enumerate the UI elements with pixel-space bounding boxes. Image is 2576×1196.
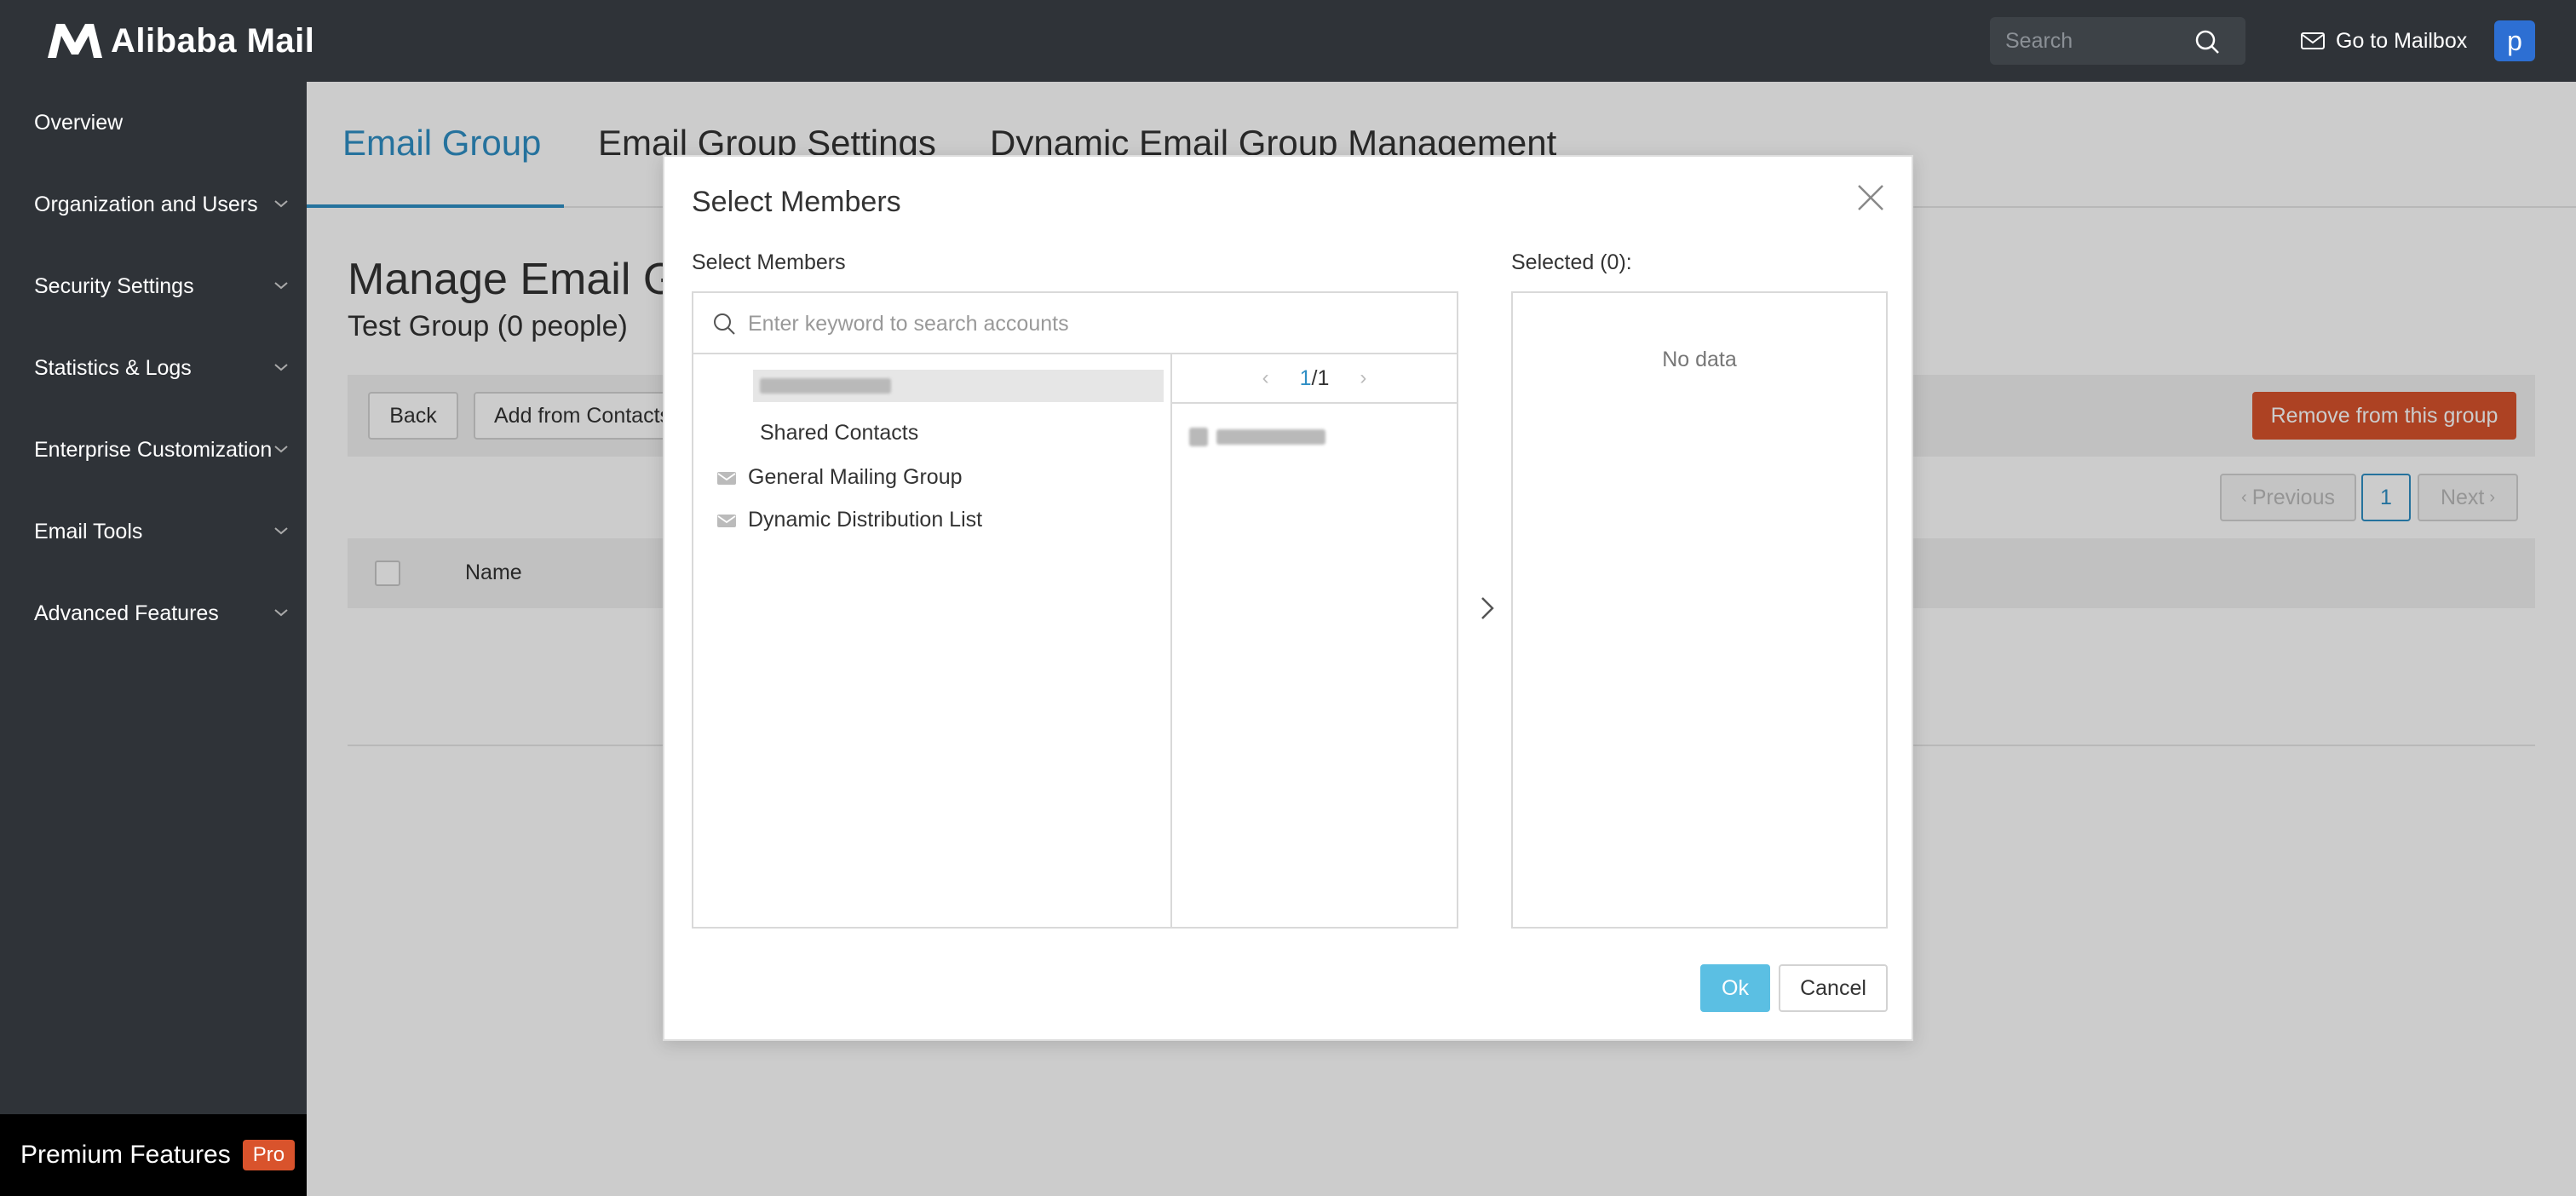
sidebar-item-label: Advanced Features [34,601,219,625]
select-members-dialog: Select Members Select Members Selected (… [663,155,1913,1041]
chevron-right-icon[interactable]: › [1360,366,1366,390]
account-search[interactable] [693,293,1457,354]
member-list: ‹ 1 /1 › [1172,354,1457,927]
ok-button[interactable]: Ok [1700,964,1770,1012]
member-list-total-pages: /1 [1311,365,1330,390]
cancel-button[interactable]: Cancel [1779,964,1888,1012]
logo-text: Alibaba Mail [111,21,315,60]
tree-item-general-mailing-group[interactable]: General Mailing Group [716,465,963,490]
chevron-down-icon [274,282,288,290]
search-box[interactable] [1990,17,2245,65]
m-logo-icon [48,24,102,58]
sidebar: Overview Organization and Users Security… [0,82,307,1196]
list-item[interactable] [1189,423,1360,448]
search-icon [714,313,735,335]
account-search-input[interactable] [748,305,1429,342]
go-to-mailbox-label: Go to Mailbox [2336,28,2468,53]
member-list-current-page: 1 [1299,365,1312,390]
mail-group-icon [717,514,736,527]
select-members-label: Select Members [692,250,846,274]
chevron-down-icon [274,446,288,453]
close-icon[interactable] [1855,182,1886,213]
sidebar-item-label: Overview [34,110,124,135]
user-icon [1189,428,1208,446]
chevron-left-icon[interactable]: ‹ [1262,366,1269,390]
tree-item-dynamic-distribution-list[interactable]: Dynamic Distribution List [716,508,982,532]
sidebar-item-security-settings[interactable]: Security Settings [0,245,307,327]
empty-state: No data [1662,348,1737,371]
directory-tree: Shared Contacts General Mailing Group Dy… [693,354,1172,927]
chevron-right-icon[interactable] [1477,593,1498,624]
redacted-text [1216,429,1325,445]
sidebar-item-organization-and-users[interactable]: Organization and Users [0,164,307,245]
sidebar-item-statistics-logs[interactable]: Statistics & Logs [0,327,307,409]
sidebar-item-label: Email Tools [34,519,143,543]
sidebar-item-overview[interactable]: Overview [0,82,307,164]
pro-badge: Pro [242,1140,296,1170]
avatar[interactable]: p [2494,20,2535,61]
selected-count-label: Selected (0): [1511,250,1632,274]
chevron-down-icon [274,364,288,371]
mail-group-icon [717,471,736,485]
sidebar-item-label: Statistics & Logs [34,355,192,380]
mail-icon [2301,32,2325,49]
sidebar-item-label: Enterprise Customization [34,437,273,462]
tree-item-organization[interactable] [753,370,1164,402]
selected-members-panel: No data [1511,291,1888,929]
redacted-text [760,378,891,394]
chevron-down-icon [274,609,288,617]
sidebar-item-label: Security Settings [34,273,194,298]
tree-item-shared-contacts[interactable]: Shared Contacts [760,421,918,446]
sidebar-item-advanced-features[interactable]: Advanced Features [0,572,307,654]
member-list-pager: ‹ 1 /1 › [1172,354,1457,404]
sidebar-item-email-tools[interactable]: Email Tools [0,491,307,572]
premium-features-link[interactable]: Premium Features Pro [0,1114,307,1196]
tree-item-label: Dynamic Distribution List [748,508,983,532]
premium-features-label: Premium Features [20,1141,231,1169]
logo[interactable]: Alibaba Mail [44,20,314,61]
dialog-title: Select Members [692,186,901,218]
chevron-down-icon [274,527,288,535]
chevron-down-icon [274,200,288,208]
sidebar-item-label: Organization and Users [34,192,258,216]
tree-item-label: Shared Contacts [760,421,919,445]
top-bar: Alibaba Mail Go to Mailbox p [0,0,2576,82]
go-to-mailbox-link[interactable]: Go to Mailbox [2300,24,2467,58]
sidebar-item-enterprise-customization[interactable]: Enterprise Customization [0,409,307,491]
member-picker-panel: Shared Contacts General Mailing Group Dy… [692,291,1458,929]
search-input[interactable] [2005,24,2193,58]
search-icon[interactable] [2194,29,2220,55]
tree-item-label: General Mailing Group [748,465,963,489]
